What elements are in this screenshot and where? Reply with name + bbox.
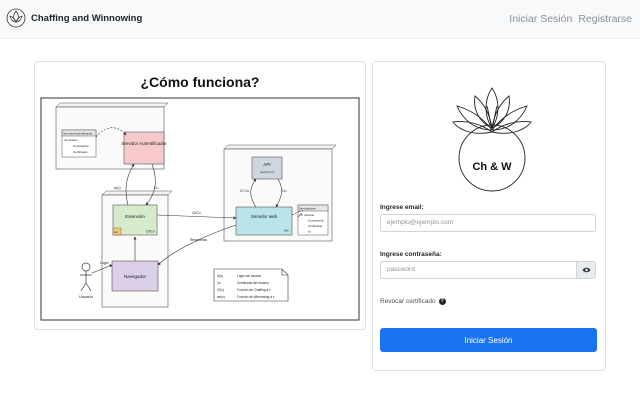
lotus-logo-icon: Ch & W <box>452 87 532 192</box>
login-edge-label: Login <box>100 261 109 265</box>
help-icon[interactable]: ? <box>438 298 446 305</box>
email-field[interactable]: ejemplo@ejemplo.com <box>380 214 596 232</box>
api-box <box>251 156 283 180</box>
email-placeholder: ejemplo@ejemplo.com <box>387 219 454 226</box>
legend-key: wn(x) <box>217 295 225 299</box>
nav-links: Iniciar Sesión Registrarse <box>509 13 632 25</box>
password-label: Ingrese contraseña: <box>380 251 442 258</box>
eye-icon <box>582 267 590 273</box>
login-card: Ch & W Ingrese email: ejemplo@ejemplo.co… <box>372 61 606 371</box>
cu-edge-label-left: Cu <box>154 186 159 190</box>
diagram-title: ¿Cómo funciona? <box>140 74 260 90</box>
auth-db-row: Contraseña <box>73 144 89 148</box>
extension-cfcv-label: Cf/Cv <box>146 230 155 234</box>
login-link[interactable]: Iniciar Sesión <box>509 13 572 25</box>
legend-desc: Certificado del usuario <box>237 281 269 285</box>
legend-note: A(u) Login del usuario Cu Certificado de… <box>213 268 289 302</box>
auth-db-row: Certificado <box>73 150 88 154</box>
web-db-row: Id <box>308 230 311 234</box>
revoke-certificate-link[interactable]: Revocar certificado <box>380 298 436 305</box>
legend-key: Cu <box>217 281 221 285</box>
extension-label: Extensión <box>125 214 145 219</box>
web-db-row: Contraseña <box>308 219 324 223</box>
legend-desc: Función de Winnowing a x <box>237 295 275 299</box>
au-edge-label: A(u) <box>114 186 121 190</box>
extension-tag: Ao <box>114 230 118 234</box>
legend-desc: Login del usuario <box>237 274 262 278</box>
cfcu-edge-label: Cf Cu <box>240 189 249 193</box>
api-sub-label: ver(Cf,Cv) <box>260 170 274 174</box>
lotus-logo-icon <box>6 8 26 28</box>
respuesta-edge-label: Respuesta <box>190 238 207 242</box>
legend-desc: Función de Chaffing a x <box>237 288 271 292</box>
auth-db-title: ServidorAutentificador <box>63 132 93 136</box>
register-link[interactable]: Registrarse <box>578 13 632 25</box>
password-placeholder: password <box>387 266 415 273</box>
server-web-tag: Wa <box>284 229 289 233</box>
browser-label: Navegador <box>124 274 147 279</box>
server-auth-label: Servidor Autentificador <box>121 141 167 146</box>
logo-text: Ch & W <box>472 161 512 173</box>
server-web-label: Servidor web <box>251 214 278 219</box>
web-db-table: Servidorweb PK Usuario Contraseña Certif… <box>297 204 329 236</box>
web-db-title: Servidorweb <box>299 207 316 211</box>
auth-db-table: ServidorAutentificador Id Usuario Contra… <box>61 129 97 158</box>
toggle-password-button[interactable] <box>576 262 595 278</box>
user-label: Usuario <box>79 294 94 299</box>
api-label: API <box>263 162 270 167</box>
legend-key: Cf(x) <box>217 288 224 292</box>
cfcv-edge-label: Cf/Cv <box>192 211 201 215</box>
web-db-row: Certificado <box>308 224 323 228</box>
revoke-certificate: Revocar certificado ? <box>380 298 446 305</box>
brand-name: Chaffing and Winnowing <box>31 12 143 24</box>
architecture-diagram: ServidorAutentificador Id Usuario Contra… <box>40 97 360 321</box>
cu-edge-label-right: Cu <box>282 189 287 193</box>
server-auth-box <box>123 131 165 165</box>
navbar: Chaffing and Winnowing Iniciar Sesión Re… <box>0 0 640 39</box>
diagram-card: ¿Cómo funciona? ServidorAutentificador I… <box>34 61 366 330</box>
password-field[interactable]: password <box>380 261 596 279</box>
email-label: Ingrese email: <box>380 204 424 211</box>
legend-key: A(u) <box>217 274 223 278</box>
brand[interactable]: Chaffing and Winnowing <box>6 8 142 28</box>
login-submit-button[interactable]: Iniciar Sesión <box>380 328 597 352</box>
auth-db-row: Id Usuario <box>64 138 78 142</box>
